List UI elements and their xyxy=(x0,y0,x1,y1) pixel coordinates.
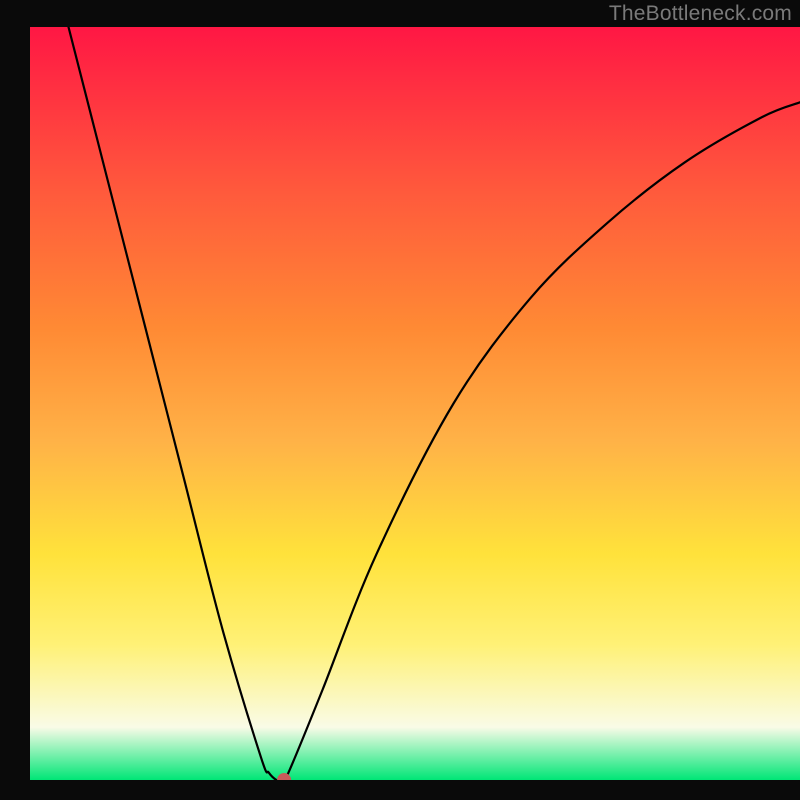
plot-background xyxy=(30,27,800,780)
bottleneck-chart xyxy=(0,0,800,800)
frame-left xyxy=(0,0,30,800)
watermark-text: TheBottleneck.com xyxy=(609,2,792,26)
chart-container: TheBottleneck.com xyxy=(0,0,800,800)
frame-bottom xyxy=(0,780,800,800)
